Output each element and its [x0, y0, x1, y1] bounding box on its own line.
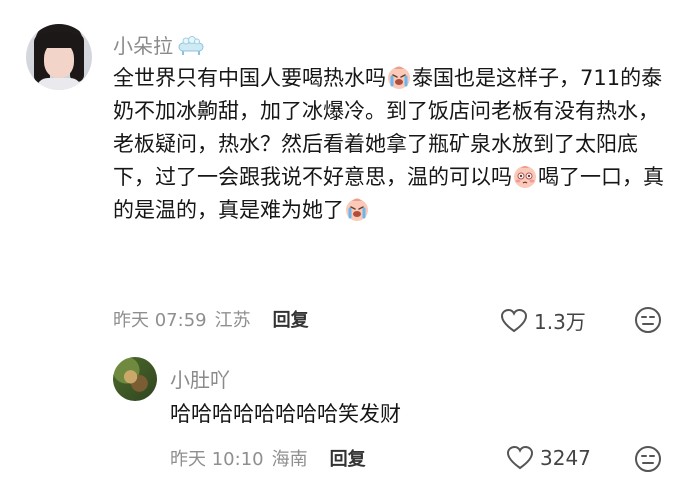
reply-like-count: 3247 — [540, 446, 591, 470]
reply-reply-button[interactable]: 回复 — [330, 445, 366, 471]
heart-icon — [506, 445, 534, 471]
heart-icon — [500, 308, 528, 334]
reply-text: 哈哈哈哈哈哈哈哈笑发财 — [170, 398, 650, 431]
comment-meta: 昨天 07:59 江苏 回复 — [113, 306, 309, 332]
comment-text-part: 全世界只有中国人要喝热水吗 — [113, 66, 386, 90]
reply-location: 海南 — [271, 449, 308, 470]
crying-face-icon — [344, 196, 370, 222]
like-count: 1.3万 — [534, 310, 586, 334]
comment-header: 小朵拉 — [113, 30, 205, 59]
reply-dislike-face-icon[interactable] — [634, 445, 662, 473]
reply-meta: 昨天 10:10 海南 回复 — [170, 445, 366, 471]
crying-face-icon — [386, 64, 412, 90]
reply-button[interactable]: 回复 — [273, 306, 309, 332]
comment-text: 全世界只有中国人要喝热水吗 泰国也是这样子，711的泰奶不加冰齁甜，加了冰爆冷。… — [113, 62, 673, 227]
timestamp: 昨天 07:59 — [113, 310, 207, 331]
avatar[interactable] — [26, 24, 92, 90]
reply-like-button[interactable]: 3247 — [506, 445, 591, 471]
location: 江苏 — [214, 310, 251, 331]
username[interactable]: 小朵拉 — [113, 30, 173, 59]
reply-avatar[interactable] — [113, 357, 157, 401]
bathtub-icon — [177, 33, 205, 57]
reply-timestamp: 昨天 10:10 — [170, 449, 264, 470]
like-button[interactable]: 1.3万 — [500, 306, 586, 335]
reply-header: 小肚吖 — [170, 364, 230, 393]
dislike-face-icon[interactable] — [634, 306, 662, 334]
reply-text-content: 哈哈哈哈哈哈哈哈笑发财 — [170, 402, 401, 426]
flushed-face-icon — [512, 163, 538, 189]
reply-username[interactable]: 小肚吖 — [170, 368, 230, 392]
